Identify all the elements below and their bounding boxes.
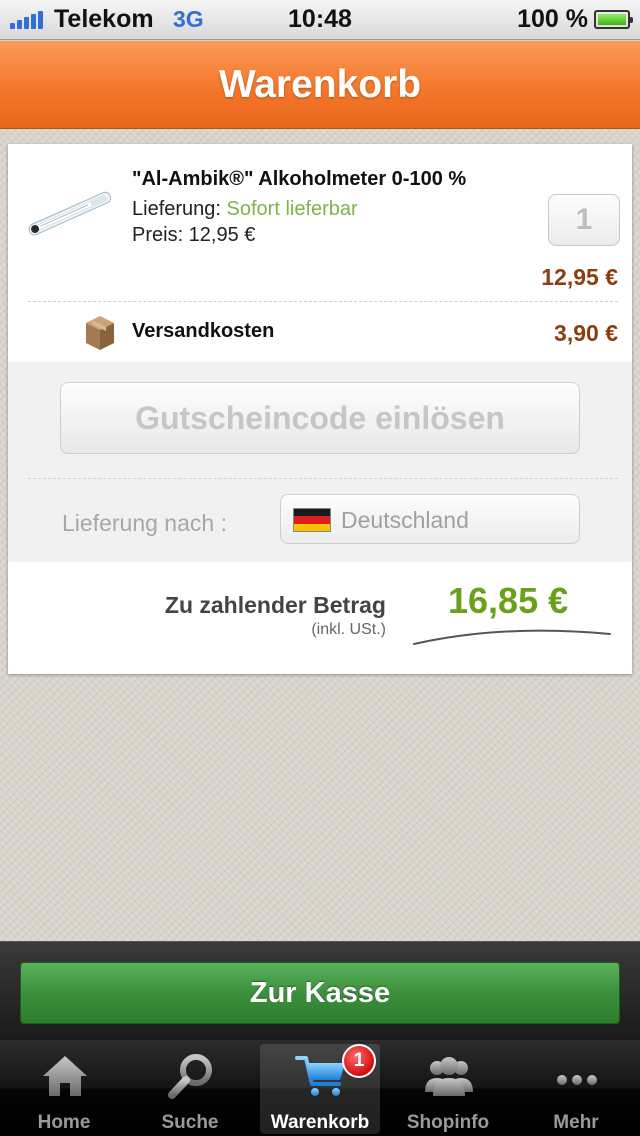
total-amount: 16,85 € [448,580,569,621]
redeem-voucher-button[interactable]: Gutscheincode einlösen [60,382,580,454]
page-title: Warenkorb [218,62,422,106]
tab-label: Home [37,1112,91,1133]
home-icon [43,1056,87,1096]
unit-price: Preis: 12,95 € [132,224,256,246]
battery-icon [594,10,633,29]
cart-card: "Al-Ambik®" Alkoholmeter 0-100 % Lieferu… [8,144,632,674]
divider [28,478,618,479]
more-icon [557,1075,597,1085]
delivery-label: Lieferung: [132,198,221,220]
cart-count-badge: 1 [342,1044,376,1078]
tab-bar: Home Suche 1 Warenkorb Shopinfo Mehr [0,1040,640,1136]
availability-status: Sofort lieferbar [226,198,358,220]
divider [28,301,618,302]
tab-cart[interactable]: 1 Warenkorb [260,1044,380,1134]
navigation-bar: Warenkorb [0,41,640,129]
country-value: Deutschland [341,507,469,533]
tab-label: Shopinfo [406,1112,490,1133]
tab-label: Mehr [553,1112,599,1133]
product-image[interactable] [24,174,116,254]
tab-label: Warenkorb [270,1112,370,1133]
package-icon [86,316,114,350]
delivery-country-label: Lieferung nach : [62,510,227,536]
quantity-field[interactable]: 1 [548,194,620,246]
shipping-cost: 3,90 € [554,320,618,346]
battery-percent: 100 % [517,5,588,33]
carrier-name: Telekom [54,5,154,33]
delivery-info: Lieferung: Sofort lieferbar [132,198,358,221]
tab-home[interactable]: Home [4,1044,124,1134]
options-section: Gutscheincode einlösen Lieferung nach : … [8,362,632,562]
tab-shopinfo[interactable]: Shopinfo [388,1044,508,1134]
cart-icon [295,1056,345,1096]
vat-note: (inkl. USt.) [311,621,386,638]
network-type: 3G [173,6,204,32]
country-select[interactable]: Deutschland [280,494,580,544]
checkout-button[interactable]: Zur Kasse [20,962,620,1024]
checkout-bar: Zur Kasse [0,941,640,1040]
status-bar: Telekom 3G 10:48 100 % [0,0,640,40]
germany-flag-icon [293,508,331,532]
tab-search[interactable]: Suche [130,1044,250,1134]
total-label: Zu zahlender Betrag [164,592,386,618]
search-icon [168,1054,212,1099]
tab-more[interactable]: Mehr [516,1044,636,1134]
product-name[interactable]: "Al-Ambik®" Alkoholmeter 0-100 % [132,168,466,191]
people-icon [425,1057,473,1096]
tab-label: Suche [161,1112,219,1133]
total-underline-swoosh [413,629,611,645]
signal-strength-icon [10,11,43,29]
shipping-label: Versandkosten [132,320,275,342]
item-line-total: 12,95 € [541,264,618,290]
